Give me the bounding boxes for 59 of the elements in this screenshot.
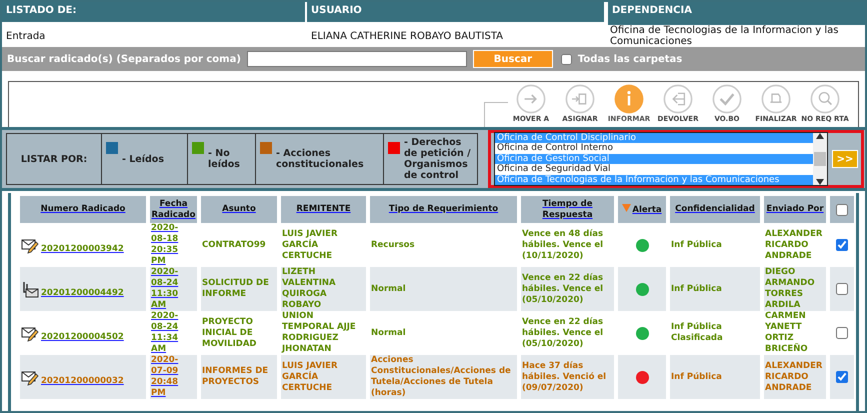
row-checkbox[interactable] bbox=[836, 283, 848, 295]
response-time-text: Vence en 22 días hábiles. Vence el (05/10/2020) bbox=[522, 316, 604, 348]
confidentiality-text: Inf Pública bbox=[671, 240, 722, 250]
header-value: Entrada bbox=[6, 30, 46, 42]
confidentiality-text: Inf Pública Clasificada bbox=[671, 322, 723, 343]
row-checkbox[interactable] bbox=[836, 327, 848, 339]
subject-text: CONTRATO99 bbox=[202, 240, 266, 250]
scroll-up-icon[interactable] bbox=[816, 133, 824, 139]
sender-text: LIZETH VALENTINA QUIROGA ROBAYO bbox=[282, 267, 336, 310]
search-field[interactable] bbox=[246, 51, 467, 67]
subject-text: PROYECTO INICIAL DE MOVILIDAD bbox=[202, 316, 256, 348]
column-header: USUARIO bbox=[307, 2, 604, 22]
filter-label: LISTAR POR: bbox=[20, 154, 88, 164]
request-type-text: Normal bbox=[371, 328, 406, 338]
confidentiality-text: Inf Pública bbox=[671, 284, 722, 294]
legend-label: - Acciones constitucionales bbox=[276, 148, 365, 170]
response-time-text: Hace 37 días hábiles. Venció el (09/07/2020) bbox=[522, 360, 606, 392]
date-link[interactable]: 2020-08-24 11:34 AM bbox=[151, 311, 183, 355]
request-type-text: Recursos bbox=[371, 240, 415, 250]
legend-label: - Derechos de petición / Organismos de control bbox=[404, 137, 472, 181]
column-header: DEPENDENCIA bbox=[606, 2, 865, 25]
date-link[interactable]: 2020-08-18 20:35 PM bbox=[151, 223, 183, 267]
envelope-pencil-icon bbox=[21, 368, 39, 386]
column-header-link[interactable]: Asunto bbox=[222, 204, 256, 215]
scrollbar-thumb[interactable] bbox=[814, 152, 826, 166]
attachment-icon bbox=[21, 280, 39, 298]
sender-text: LUIS JAVIER GARCÍA CERTUCHE bbox=[282, 360, 338, 392]
row-checkbox[interactable] bbox=[836, 239, 848, 251]
search-label: Buscar radicado(s) (Separados por coma) bbox=[7, 54, 241, 64]
legend-label: - No leídos bbox=[208, 148, 241, 170]
response-time-text: Vence en 48 días hábiles. Vence el (10/11/2020) bbox=[522, 228, 604, 260]
select-all-checkbox[interactable] bbox=[836, 204, 848, 216]
envelope-pencil-icon bbox=[21, 236, 39, 254]
row-checkbox[interactable] bbox=[836, 371, 848, 383]
response-time-text: Vence en 22 días hábiles. Vence el (05/10/2020) bbox=[522, 272, 604, 304]
header-value: Oficina de Tecnologias de la Informacion y las Comunicaciones bbox=[610, 25, 840, 47]
subject-text: SOLICITUD DE INFORME bbox=[202, 278, 269, 299]
confidentiality-text: Inf Pública bbox=[671, 372, 722, 382]
request-type-text: Acciones Constitucionales/Acciones de Tutela/Acciones de Tutela (horas) bbox=[371, 355, 511, 398]
legend-label: - Leídos bbox=[122, 154, 164, 164]
checkbox-label: Todas las carpetas bbox=[578, 54, 682, 64]
request-type-text: Normal bbox=[371, 284, 406, 294]
sender-user-text: ALEXANDER RICARDO ANDRADE bbox=[765, 228, 822, 260]
office-listbox[interactable]: Oficina de Control Disciplinario Oficina de Control Interno Oficina de Gestion Social Oficina de Seguridad Vial Oficina de Tecnologias de la Informacion y las Comunicaciones bbox=[494, 132, 828, 186]
subject-text: INFORMES DE PROYECTOS bbox=[202, 366, 268, 387]
sender-user-text: DIEGO ARMANDO TORRES ARDILA bbox=[765, 267, 815, 310]
office-option[interactable]: Oficina de Seguridad Vial bbox=[495, 164, 813, 175]
envelope-pencil-icon bbox=[21, 324, 39, 342]
sender-text: UNION TEMPORAL AJJE RODRIGUEZ JHONATAN bbox=[282, 311, 356, 354]
document-number-link[interactable]: 20201200004502 bbox=[41, 332, 124, 342]
sender-user-text: ALEXANDER RICARDO ANDRADE bbox=[765, 360, 822, 392]
sender-user-text: CARMEN YANETT ORTIZ BRICEÑO bbox=[765, 311, 808, 354]
header-value: ELIANA CATHERINE ROBAYO BAUTISTA bbox=[311, 30, 504, 42]
column-header: LISTADO DE: bbox=[2, 2, 305, 22]
checkbox[interactable] bbox=[560, 54, 572, 64]
scroll-down-icon[interactable] bbox=[816, 179, 824, 185]
document-number-link[interactable]: 20201200003942 bbox=[41, 244, 124, 254]
office-option[interactable]: Oficina de Control Interno bbox=[495, 143, 813, 154]
sender-text: LUIS JAVIER GARCÍA CERTUCHE bbox=[282, 228, 338, 260]
